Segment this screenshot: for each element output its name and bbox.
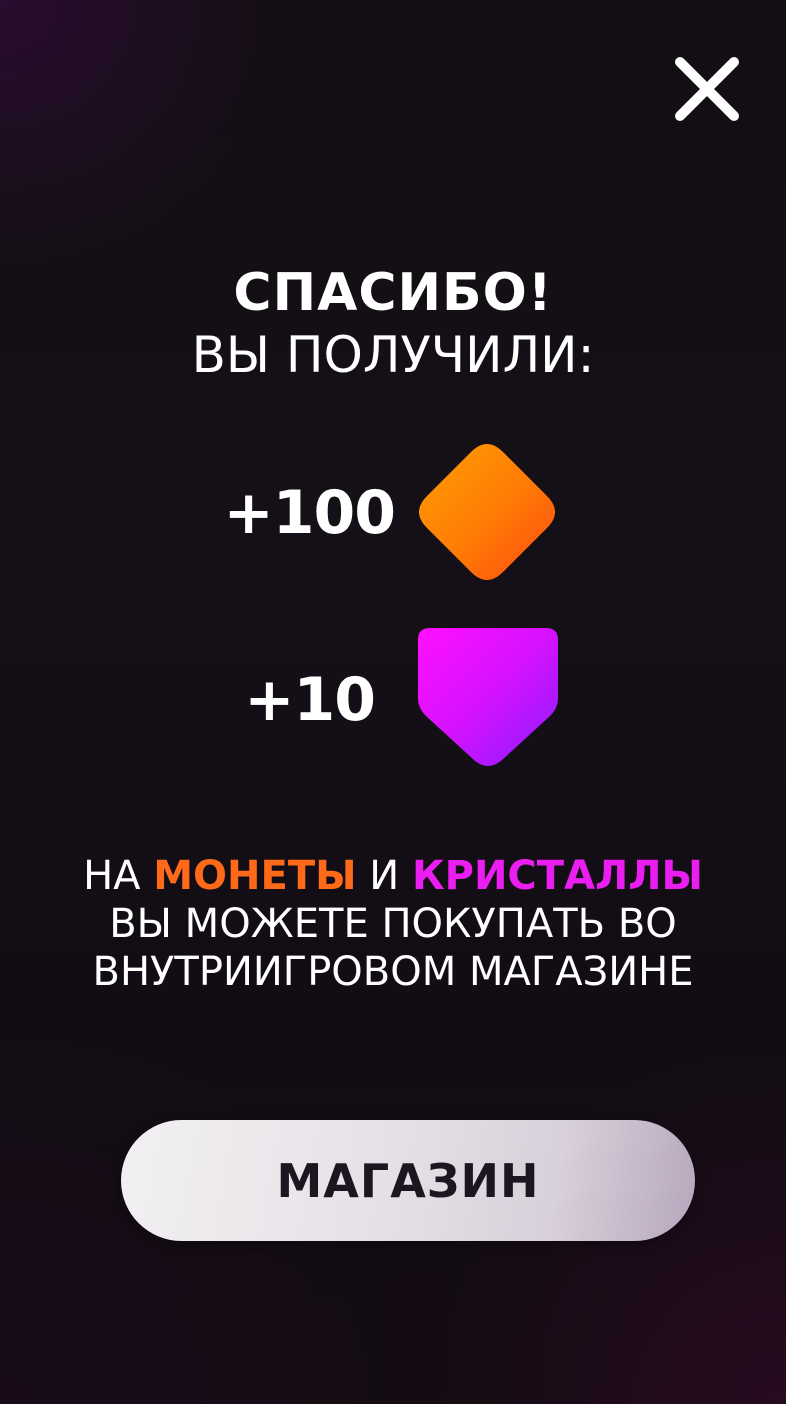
crystals-highlight: КРИСТАЛЛЫ [411, 853, 703, 899]
info-prefix: НА [83, 853, 141, 899]
info-line-1: НА МОНЕТЫ И КРИСТАЛЛЫ [30, 852, 756, 900]
info-text: НА МОНЕТЫ И КРИСТАЛЛЫ ВЫ МОЖЕТЕ ПОКУПАТЬ… [30, 852, 756, 996]
info-line-3: ВНУТРИИГРОВОМ МАГАЗИНЕ [92, 949, 694, 995]
dialog-title: СПАСИБО! [233, 263, 553, 323]
crystals-reward-amount: +10 [244, 665, 376, 735]
info-line-2: ВЫ МОЖЕТЕ ПОКУПАТЬ ВО [109, 901, 677, 947]
shop-button-label: МАГАЗИН [276, 1153, 540, 1208]
close-button[interactable] [670, 52, 744, 126]
close-icon[interactable] [670, 52, 744, 126]
info-conjunction: И [369, 853, 400, 899]
orange-diamond-coin-icon [415, 440, 559, 584]
dialog-subtitle: ВЫ ПОЛУЧИЛИ: [191, 326, 595, 384]
coins-reward-amount: +100 [223, 478, 396, 548]
shop-button[interactable]: МАГАЗИН [121, 1120, 695, 1241]
purple-crystal-icon [416, 626, 560, 770]
coins-highlight: МОНЕТЫ [153, 853, 357, 899]
